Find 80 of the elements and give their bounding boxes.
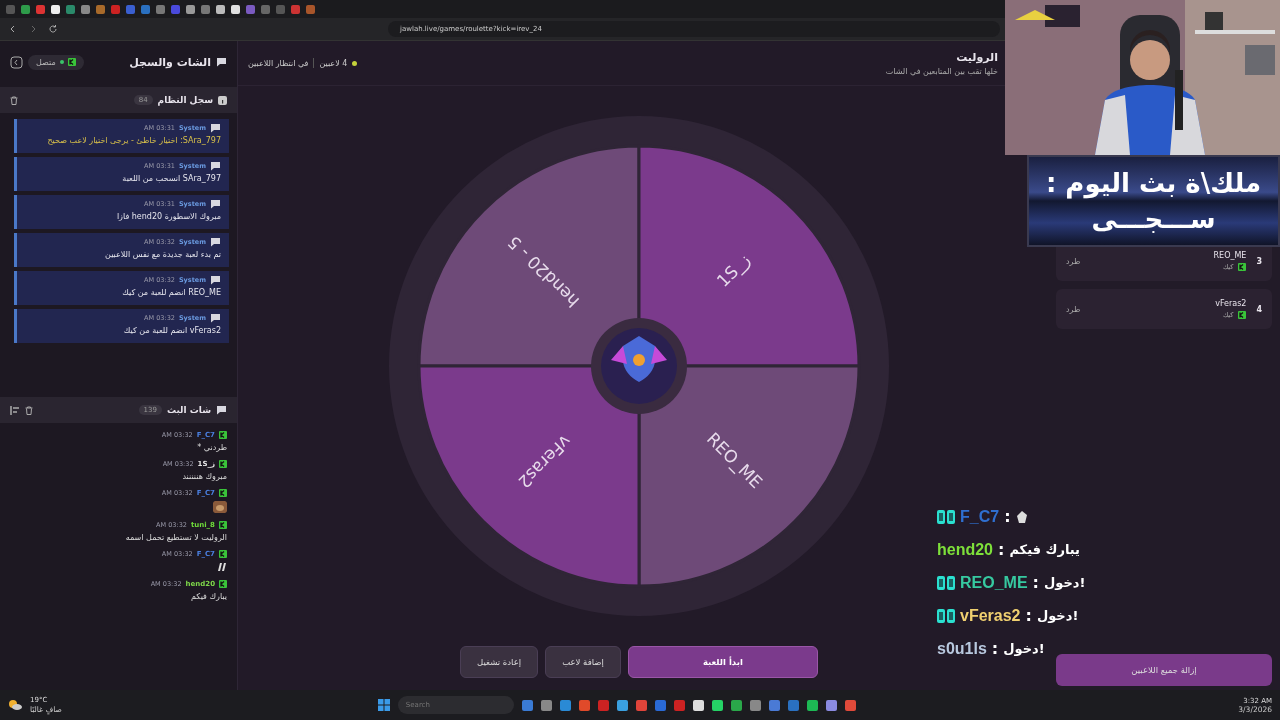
clear-players-button[interactable]: إزالة جميع اللاعبين (1056, 654, 1272, 686)
overlay-message: يبارك فيكم (1009, 542, 1080, 557)
info-icon (218, 95, 227, 105)
kick-link[interactable]: طرد (1066, 256, 1081, 266)
taskbar-app-icon[interactable] (806, 699, 818, 711)
trash-icon[interactable] (25, 405, 33, 415)
log-text: SAra_797 انسحب من اللعبة (121, 174, 221, 183)
chat-text: مبروك هننننند (182, 472, 227, 481)
kick-link[interactable]: طرد (1066, 304, 1081, 314)
overlay-username: hend20 (937, 540, 993, 559)
weather-icon[interactable] (8, 699, 22, 711)
separator-colon: : (1025, 606, 1032, 625)
overlay-username: vFeras2 (960, 606, 1021, 625)
platform-badge-icon (1238, 263, 1247, 271)
log-text: vFeras2 انضم للعبة من كيك (122, 326, 221, 335)
overlay-username: REO_ME (960, 573, 1028, 592)
log-text: مبروك الاسطورة hend20 فازا (115, 212, 221, 221)
segment-label: ز_1S (712, 249, 754, 291)
system-icon (210, 199, 221, 209)
separator-colon: : (1032, 573, 1039, 592)
section-title: شات البث (166, 405, 211, 415)
log-text: SAra_797: اختيار خاطئ - يرجى اختيار لاعب صحيح (46, 136, 221, 145)
system-icon (210, 313, 221, 323)
overlay-username: s0u1ls (937, 639, 987, 658)
player-count: 4 لاعبين (319, 58, 348, 68)
reload-icon[interactable] (48, 24, 58, 34)
platform-badge-icon (219, 580, 227, 588)
game-title: الروليت (955, 50, 998, 64)
platform-badge-icon (219, 521, 227, 529)
separator-colon: : (991, 639, 999, 658)
taskbar-app-icon[interactable] (692, 699, 704, 711)
platform-badge-icon (219, 550, 227, 558)
system-icon (210, 123, 221, 133)
log-text: REO_ME انضم للعبة من كيك (121, 288, 221, 297)
action-button[interactable]: إضافة لاعب (545, 646, 621, 678)
chat-icon (216, 57, 227, 67)
game-status: في انتظار اللاعبين (248, 58, 309, 68)
overlay-message: دخول! (1036, 608, 1079, 623)
banner-name: ســـجـــى (1091, 204, 1216, 234)
chat-text: الروليت لا تستطيع تحمل اسمه (125, 533, 227, 542)
overlay-message: دخول! (1044, 575, 1086, 590)
overlay-username: F_C7 (960, 507, 1000, 526)
emote-icon (1015, 509, 1028, 524)
chat-icon (216, 405, 227, 415)
system-icon (210, 161, 221, 171)
banner-title: ملك\ة بث اليوم : (1045, 168, 1262, 198)
platform-badge-icon (219, 431, 227, 439)
action-button[interactable]: إعادة تشغيل (460, 646, 539, 678)
system-icon (210, 275, 221, 285)
system-icon (210, 237, 221, 247)
taskbar-app-icon[interactable] (711, 699, 723, 711)
taskbar-app-icon[interactable] (825, 699, 837, 711)
player-number: 3 (1256, 256, 1262, 266)
emote-icon (217, 562, 227, 572)
player-name: REO_ME (1213, 251, 1247, 260)
sticker-icon (213, 501, 227, 513)
player-number: 4 (1256, 304, 1262, 314)
start-icon[interactable] (377, 699, 390, 711)
game-subtitle: خلها تقب بين المتابعين في الشات (885, 66, 998, 76)
platform-badge-icon (219, 460, 227, 468)
platform-badge-icon (67, 58, 76, 66)
chat-text: طردني * (197, 443, 227, 452)
overlay-message: دخول! (1003, 641, 1045, 656)
emblem-icon (591, 318, 687, 414)
taskbar-app-icon[interactable] (616, 699, 628, 711)
section-title: سجل النظام (157, 95, 213, 105)
chat-text: يبارك فيكم (190, 592, 227, 601)
platform-badge-icon (1238, 311, 1247, 319)
panel-title: الشات والسجل (129, 55, 211, 69)
log-text: تم بدء لعبة جديدة مع نفس اللاعبين (104, 250, 221, 259)
separator-colon: : (1004, 507, 1011, 526)
taskbar-app-icon[interactable] (730, 699, 742, 711)
player-name: vFeras2 (1215, 299, 1247, 308)
trash-icon[interactable] (10, 95, 18, 105)
align-icon[interactable] (10, 405, 20, 415)
platform-badge-icon (219, 489, 227, 497)
connection-status: متصل (28, 54, 84, 70)
start-button[interactable]: ابدأ اللعبة (627, 646, 818, 678)
collapse-icon[interactable] (10, 55, 23, 69)
separator-colon: : (998, 540, 1005, 559)
